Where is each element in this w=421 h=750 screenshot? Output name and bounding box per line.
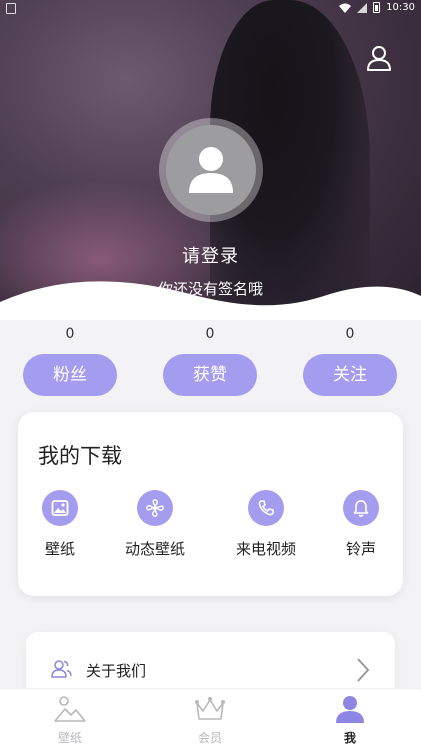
download-item-wallpaper[interactable]: 壁纸 <box>40 490 80 559</box>
likes-button[interactable]: 获赞 <box>163 354 257 396</box>
group-icon <box>51 660 72 678</box>
profile-page: 10:30 请登录 你还没有签名哦 0 粉丝 0 获赞 0 关注 我的下载 壁纸… <box>0 0 421 750</box>
avatar[interactable] <box>166 125 256 215</box>
following-button[interactable]: 关注 <box>303 354 397 396</box>
notification-icon <box>6 3 16 14</box>
user-icon <box>336 696 364 723</box>
download-item-live-wallpaper[interactable]: 动态壁纸 <box>120 490 190 559</box>
signal-icon <box>357 2 368 13</box>
battery-icon <box>373 2 381 13</box>
nav-tab-membership[interactable]: 会员 <box>170 695 250 746</box>
about-us-label: 关于我们 <box>86 662 147 680</box>
fan-icon <box>137 490 173 526</box>
crown-icon <box>195 697 225 720</box>
stat-fans: 0 粉丝 <box>23 326 117 396</box>
status-time: 10:30 <box>386 2 415 13</box>
chevron-right-icon <box>357 658 370 682</box>
bell-icon <box>343 490 379 526</box>
stats-row: 0 粉丝 0 获赞 0 关注 <box>0 326 421 396</box>
default-avatar-icon <box>189 147 233 193</box>
download-item-label: 动态壁纸 <box>124 540 185 558</box>
download-item-ringtone[interactable]: 铃声 <box>341 490 381 559</box>
nav-label: 会员 <box>197 731 222 745</box>
nav-tab-wallpaper[interactable]: 壁纸 <box>30 695 110 746</box>
phone-icon <box>248 490 284 526</box>
account-icon[interactable] <box>365 44 393 72</box>
downloads-card: 我的下载 壁纸 动态壁纸 来电视频 铃声 <box>18 412 403 596</box>
download-item-call-video[interactable]: 来电视频 <box>231 490 301 559</box>
stat-following: 0 关注 <box>303 326 397 396</box>
fans-count: 0 <box>65 326 75 342</box>
fans-button[interactable]: 粉丝 <box>23 354 117 396</box>
downloads-title: 我的下载 <box>38 444 122 468</box>
following-count: 0 <box>345 326 355 342</box>
wifi-icon <box>339 3 352 13</box>
landscape-icon <box>54 696 86 722</box>
nav-label: 壁纸 <box>57 731 82 745</box>
login-prompt[interactable]: 请登录 <box>0 242 421 268</box>
image-icon <box>42 490 78 526</box>
download-item-label: 铃声 <box>345 540 376 558</box>
nav-tab-me[interactable]: 我 <box>310 695 390 746</box>
bottom-navigation: 壁纸 会员 我 <box>0 688 421 750</box>
likes-count: 0 <box>205 326 215 342</box>
download-item-label: 壁纸 <box>44 540 75 558</box>
download-item-label: 来电视频 <box>235 540 296 558</box>
signature-text: 你还没有签名哦 <box>157 280 263 298</box>
stat-likes: 0 获赞 <box>163 326 257 396</box>
nav-label: 我 <box>343 731 356 745</box>
status-bar: 10:30 <box>0 0 421 18</box>
